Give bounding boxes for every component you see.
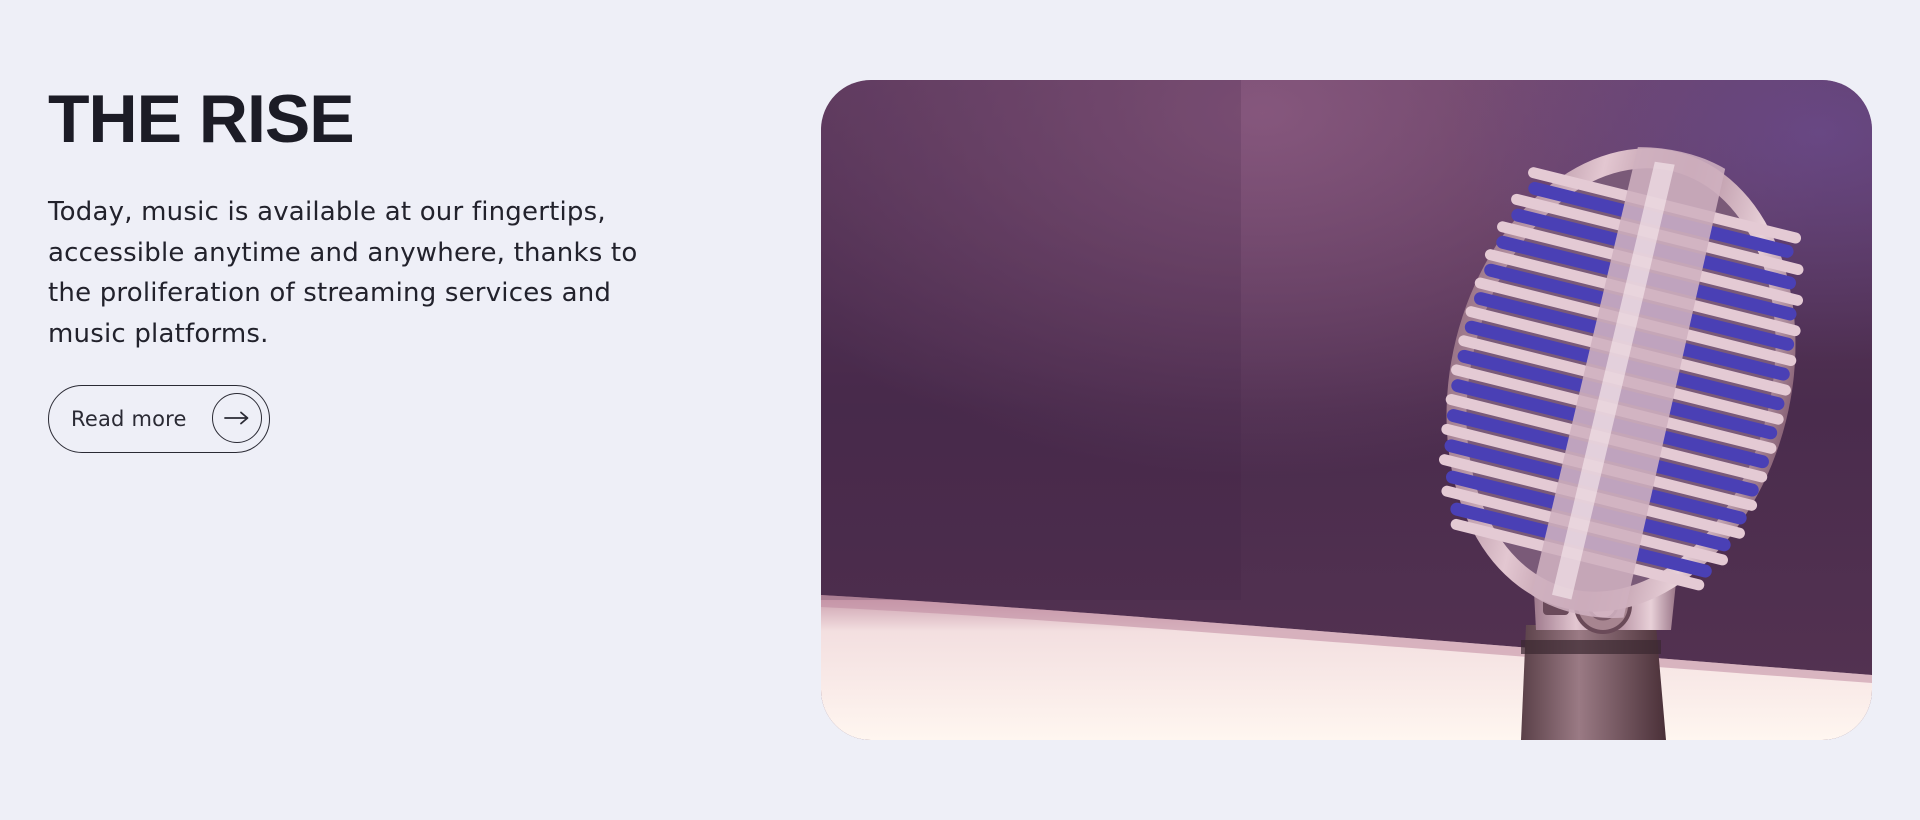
section-title: THE RISE xyxy=(48,81,355,157)
arrow-right-icon xyxy=(212,393,262,443)
text-column: THE RISE Today, music is available at ou… xyxy=(48,78,648,354)
read-more-label: Read more xyxy=(71,407,187,431)
hero-section: THE RISE Today, music is available at ou… xyxy=(0,0,1920,820)
read-more-button[interactable]: Read more xyxy=(48,385,270,453)
section-description: Today, music is available at our fingert… xyxy=(48,197,638,349)
microphone-image xyxy=(821,80,1872,740)
